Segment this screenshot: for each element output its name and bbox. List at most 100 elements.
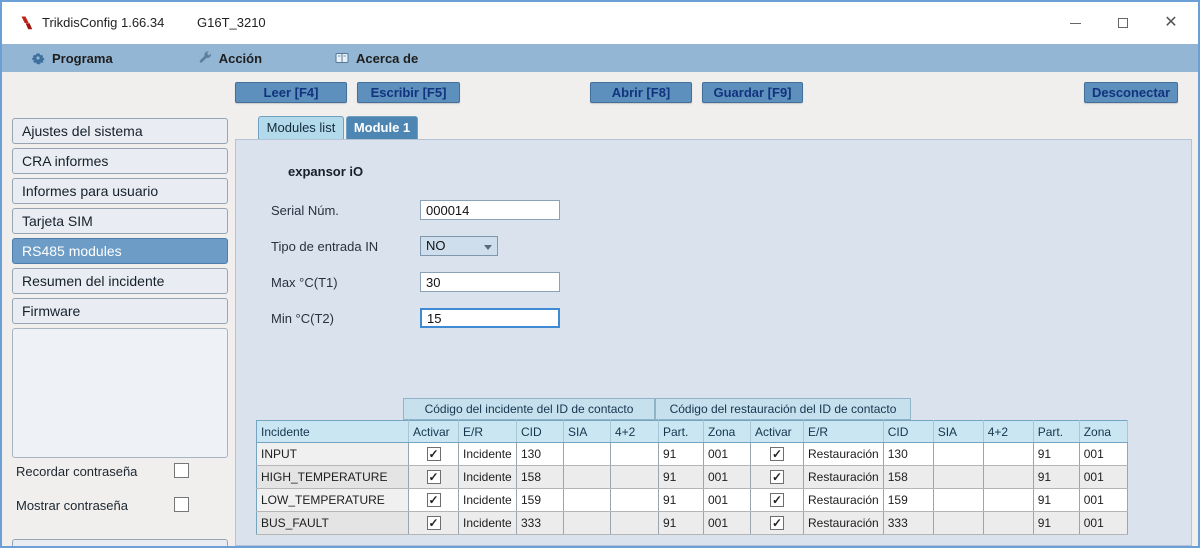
checkbox-icon[interactable]: ✓ [770,447,784,461]
checkbox-icon[interactable]: ✓ [426,470,441,484]
fourplus2-cell[interactable] [610,465,659,489]
column-header-activar: Activar [750,420,804,443]
er-cell[interactable]: Incidente [458,488,517,512]
menu-accion[interactable]: Acción [185,44,274,72]
checkbox-icon[interactable]: ✓ [770,516,784,530]
zona-cell[interactable]: 001 [703,511,751,535]
zona-cell[interactable]: 001 [1079,465,1128,489]
disconnect-button[interactable]: Desconectar [1084,82,1178,103]
input-type-label: Tipo de entrada IN [271,239,379,254]
er-cell[interactable]: Restauración [803,511,884,535]
min-temp-input[interactable] [420,308,560,328]
part-cell[interactable]: 91 [1033,465,1080,489]
serial-input[interactable] [420,200,560,220]
cid-cell[interactable]: 130 [516,442,564,466]
fourplus2-cell[interactable] [983,465,1034,489]
checkbox-icon[interactable]: ✓ [770,470,784,484]
tab-module-1[interactable]: Module 1 [346,116,418,139]
checkbox-icon[interactable]: ✓ [770,493,784,507]
fourplus2-cell[interactable] [983,511,1034,535]
default-settings-button[interactable]: Ajustes por defecto [12,539,228,546]
er-cell[interactable]: Incidente [458,442,517,466]
zona-cell[interactable]: 001 [1079,442,1128,466]
close-button[interactable]: ✕ [1154,8,1188,38]
checkbox-icon[interactable]: ✓ [426,493,441,507]
read-button[interactable]: Leer [F4] [235,82,347,103]
part-cell[interactable]: 91 [1033,488,1080,512]
max-temp-label: Max °C(T1) [271,275,338,290]
table-row: BUS_FAULT ✓ Incidente 333 91 001 ✓ Restauración… [256,511,1128,535]
sia-cell[interactable] [933,442,984,466]
max-temp-input[interactable] [420,272,560,292]
sia-cell[interactable] [563,465,611,489]
save-button[interactable]: Guardar [F9] [702,82,803,103]
fourplus2-cell[interactable] [983,442,1034,466]
er-cell[interactable]: Restauración [803,465,884,489]
sia-cell[interactable] [563,488,611,512]
er-cell[interactable]: Restauración [803,488,884,512]
incident-cell: LOW_TEMPERATURE [256,488,409,512]
column-header-cid: CID [516,420,564,443]
checkbox-icon[interactable]: ✓ [426,447,441,461]
er-cell[interactable]: Incidente [458,511,517,535]
cid-cell[interactable]: 158 [883,465,934,489]
window-controls: ✕ [1058,2,1188,44]
sia-cell[interactable] [933,465,984,489]
open-button[interactable]: Abrir [F8] [590,82,692,103]
title-bar: TrikdisConfig 1.66.34 G16T_3210 ✕ [2,2,1198,44]
cid-cell[interactable]: 130 [883,442,934,466]
show-password-checkbox[interactable] [174,497,189,512]
tab-modules-list[interactable]: Modules list [258,116,344,139]
fourplus2-cell[interactable] [610,511,659,535]
checkbox-icon[interactable]: ✓ [426,516,441,530]
cid-cell[interactable]: 158 [516,465,564,489]
column-header-er: E/R [803,420,884,443]
cid-cell[interactable]: 333 [883,511,934,535]
show-password-row: Mostrar contraseña [16,497,228,516]
remember-password-row: Recordar contraseña [16,463,228,482]
er-cell[interactable]: Incidente [458,465,517,489]
fourplus2-cell[interactable] [610,442,659,466]
fourplus2-cell[interactable] [983,488,1034,512]
zona-cell[interactable]: 001 [703,465,751,489]
zona-cell[interactable]: 001 [703,488,751,512]
fourplus2-cell[interactable] [610,488,659,512]
zona-cell[interactable]: 001 [703,442,751,466]
part-cell[interactable]: 91 [658,442,704,466]
part-cell[interactable]: 91 [658,488,704,512]
er-cell[interactable]: Restauración [803,442,884,466]
sidebar-item-cra-informes[interactable]: CRA informes [12,148,228,174]
minimize-button[interactable] [1058,8,1092,38]
cid-cell[interactable]: 333 [516,511,564,535]
remember-password-label: Recordar contraseña [16,464,138,479]
part-cell[interactable]: 91 [1033,511,1080,535]
sidebar-item-firmware[interactable]: Firmware [12,298,228,324]
part-cell[interactable]: 91 [1033,442,1080,466]
sidebar-item-rs485-modules[interactable]: RS485 modules [12,238,228,264]
sia-cell[interactable] [933,488,984,512]
sidebar-item-resumen-del-incidente[interactable]: Resumen del incidente [12,268,228,294]
menu-programa[interactable]: Programa [18,44,125,72]
sia-cell[interactable] [563,511,611,535]
table-row: LOW_TEMPERATURE ✓ Incidente 159 91 001 ✓ Restau… [256,488,1128,512]
input-type-select[interactable]: NO [420,236,498,256]
remember-password-checkbox[interactable] [174,463,189,478]
part-cell[interactable]: 91 [658,511,704,535]
column-header-part: Part. [1033,420,1080,443]
maximize-button[interactable] [1106,8,1140,38]
gear-icon [30,50,46,66]
part-cell[interactable]: 91 [658,465,704,489]
sidebar-item-informes-para-usuario[interactable]: Informes para usuario [12,178,228,204]
sidebar-item-ajustes-del-sistema[interactable]: Ajustes del sistema [12,118,228,144]
zona-cell[interactable]: 001 [1079,511,1128,535]
column-header-zona: Zona [703,420,751,443]
sia-cell[interactable] [933,511,984,535]
write-button[interactable]: Escribir [F5] [357,82,460,103]
sidebar-item-tarjeta-sim[interactable]: Tarjeta SIM [12,208,228,234]
cid-cell[interactable]: 159 [516,488,564,512]
menu-acerca-de[interactable]: Acerca de [322,44,430,72]
book-icon [334,50,350,66]
sia-cell[interactable] [563,442,611,466]
zona-cell[interactable]: 001 [1079,488,1128,512]
cid-cell[interactable]: 159 [883,488,934,512]
